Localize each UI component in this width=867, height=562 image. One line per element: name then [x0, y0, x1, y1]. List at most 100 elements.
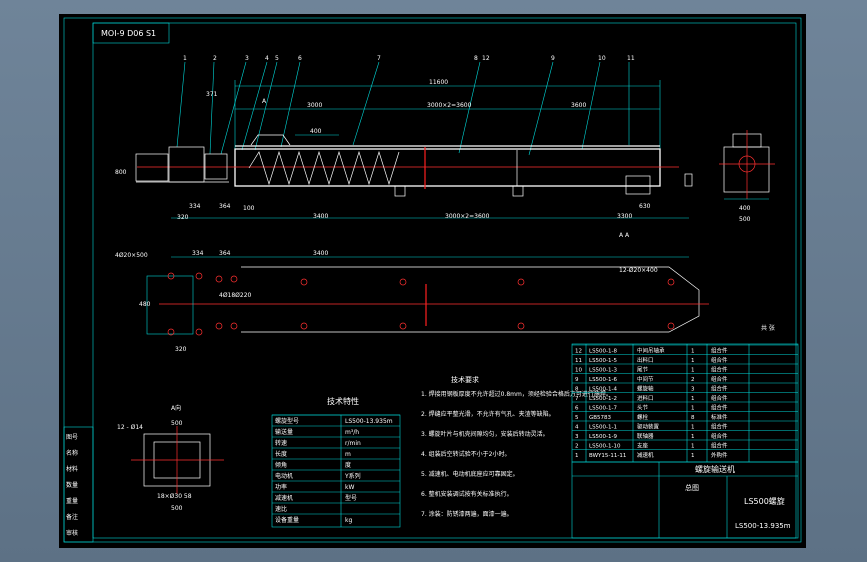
spec-label: 长度: [275, 450, 287, 458]
parts-cell: 2: [575, 444, 579, 450]
dim-mid-bottom: 3000×2=3600: [445, 213, 490, 220]
inner-frame: [92, 22, 797, 539]
parts-cell: 螺栓: [637, 413, 649, 421]
plan-320: 320: [175, 346, 187, 353]
part-no: 6: [298, 55, 302, 62]
parts-cell: 进料口: [637, 394, 654, 402]
elevation-dimensions: 800 320 334 364 100 3400 3000×2=3600 330…: [115, 169, 689, 239]
spec-value: m: [345, 451, 351, 458]
dim-right-top: 3600: [571, 102, 586, 109]
spec-value: m³/h: [345, 429, 359, 436]
parts-cell: 1: [691, 368, 695, 374]
parts-cell: 组合件: [711, 356, 728, 364]
spec-value: LS500-13.935m: [345, 418, 393, 425]
plan-view: 334 364 3400 4Ø20×500 4Ø18Ø220 12-Ø20×40…: [115, 250, 709, 353]
spec-value: 型号: [345, 494, 357, 502]
spec-label: 输送量: [275, 428, 293, 436]
parts-cell: 1: [691, 406, 695, 412]
parts-cell: 组合件: [711, 366, 728, 374]
dim-630: 630: [639, 203, 651, 210]
side-housing: [723, 146, 770, 193]
left-strip: 图号 名称 材料 数量 重量 备注 审核: [63, 426, 94, 543]
elevation-view: [135, 134, 693, 197]
plan-outline: [241, 266, 700, 333]
screw-flight: [248, 150, 400, 186]
parts-cell: 中间节: [637, 375, 654, 383]
section-mark-a-bottom: A A: [619, 232, 630, 239]
outer-frame: [63, 17, 802, 543]
parts-cell: LS500-1-3: [589, 368, 618, 374]
dim-3400: 3400: [313, 213, 328, 220]
spec-value: kW: [345, 484, 354, 491]
title-name: 螺旋输送机: [695, 464, 735, 474]
drawing-sheet: MOI-9 D06 S1 1 2 3 4 5 6 7 8 12 9 10 11 …: [59, 14, 806, 548]
part-no: 9: [551, 55, 555, 62]
parts-cell: 1: [691, 396, 695, 402]
parts-cell: 组合件: [711, 347, 728, 355]
hole-mid: 4Ø18Ø220: [219, 292, 252, 299]
parts-cell: 组合件: [711, 394, 728, 402]
hole-left: 4Ø20×500: [115, 252, 148, 259]
dim-371: 371: [206, 91, 218, 98]
parts-cell: 1: [691, 453, 695, 459]
part-no: 10: [598, 55, 606, 62]
flange-bottom: 500: [171, 505, 183, 512]
parts-cell: 2: [691, 377, 695, 383]
flange-title: A向: [171, 404, 181, 412]
spec-label: 转速: [275, 439, 287, 447]
parts-cell: GB5783: [589, 415, 612, 421]
flange-inner: 18×Ø30 58: [157, 493, 192, 500]
part-no: 2: [213, 55, 217, 62]
dim-800: 800: [115, 169, 127, 176]
top-dimensions: 11600 3000 3000×2=3600 3600 400 371 A: [206, 79, 661, 149]
plan-3400: 3400: [313, 250, 328, 257]
tech-requirements: 技术要求 1. 焊接用钢板厚度不允许超过0.8mm，须经检验合格后方可进行施焊。…: [421, 375, 612, 518]
parts-cell: 3: [691, 387, 695, 393]
parts-cell: LS500-1-5: [589, 358, 618, 364]
parts-cell: LS500-1-10: [589, 444, 621, 450]
parts-cell: LS500-1-4: [589, 387, 618, 393]
dim-364: 364: [219, 203, 231, 210]
tech-req-line: 6. 整机安装调试按有关标准执行。: [421, 490, 513, 498]
title-model: LS500螺旋: [744, 496, 785, 506]
parts-cell: 组合件: [711, 432, 728, 440]
parts-cell: 1: [575, 453, 579, 459]
title-drawing-no: LS500-13.935m: [735, 522, 791, 530]
part-no: 7: [377, 55, 381, 62]
spec-value: r/min: [345, 440, 361, 447]
spec-label: 设备重量: [275, 516, 299, 524]
spec-value: 度: [345, 461, 351, 469]
parts-cell: 1: [691, 358, 695, 364]
parts-cell: 5: [575, 415, 579, 421]
hole-right: 12-Ø20×400: [619, 267, 658, 274]
tech-req-line: 7. 涂装：防锈漆两遍，面漆一遍。: [421, 510, 513, 518]
parts-cell: 10: [575, 368, 582, 374]
dim-pitch: 400: [310, 128, 322, 135]
plan-364: 364: [219, 250, 231, 257]
spec-value: kg: [345, 517, 352, 524]
dim-total: 11600: [429, 79, 448, 86]
cad-drawing: MOI-9 D06 S1 1 2 3 4 5 6 7 8 12 9 10 11 …: [63, 17, 802, 543]
part-no: 4: [265, 55, 269, 62]
spec-value: Y系列: [344, 472, 361, 480]
part-no: 11: [627, 55, 635, 62]
title-block: 螺旋输送机 LS500螺旋 LS500-13.935m 总图 共 张: [571, 324, 799, 539]
tech-req-line: 4. 组装后空转试验不小于2小时。: [421, 450, 510, 458]
parts-cell: 3: [575, 434, 579, 440]
flange-holes: 12 - Ø14: [117, 424, 143, 431]
parts-cell: 螺旋轴: [637, 385, 654, 393]
parts-cell: 组合件: [711, 442, 728, 450]
spec-label: 倾角: [275, 461, 287, 469]
plan-480: 480: [139, 301, 151, 308]
svg-text:数量: 数量: [66, 481, 78, 489]
parts-cell: LS500-1-2: [589, 396, 617, 402]
reducer: [168, 146, 205, 183]
part-no: 5: [275, 55, 279, 62]
plan-334: 334: [192, 250, 204, 257]
flange-view: A向 12 - Ø14 500 18×Ø30 58 500: [117, 404, 224, 512]
parts-cell: 标准件: [711, 413, 728, 421]
parts-cell: 1: [691, 434, 695, 440]
parts-cell: 减速机: [637, 451, 654, 459]
tech-req-line: 2. 焊缝应平整光滑，不允许有气孔、夹渣等缺陷。: [421, 410, 555, 418]
parts-cell: 出料口: [637, 356, 654, 364]
